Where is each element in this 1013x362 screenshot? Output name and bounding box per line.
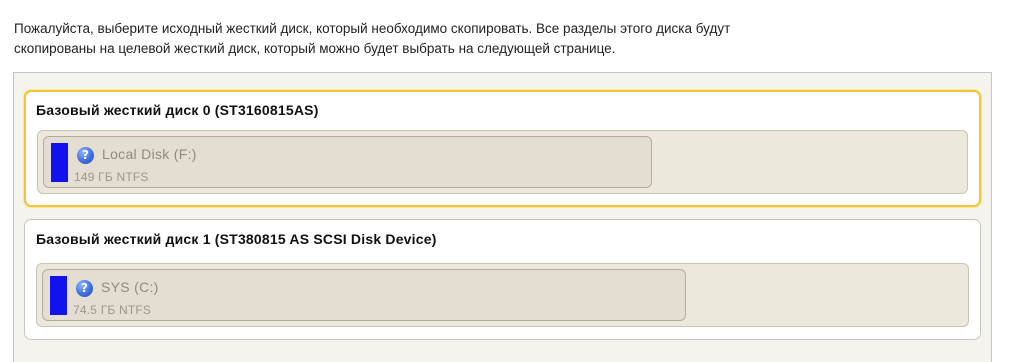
instruction-line-2: скопированы на целевой жесткий диск, кот… — [14, 41, 616, 56]
partition-name: SYS (C:) — [101, 279, 159, 295]
instruction-text: Пожалуйста, выберите исходный жесткий ди… — [14, 19, 994, 59]
help-icon: ? — [76, 280, 93, 297]
help-icon: ? — [77, 147, 94, 164]
disk-0-partition-map: ? Local Disk (F:) 149 ГБ NTFS — [37, 130, 968, 194]
partition-size: 74.5 ГБ NTFS — [73, 303, 152, 317]
disk-1-partition-map: ? SYS (C:) 74.5 ГБ NTFS — [36, 263, 969, 327]
partition-local-disk-f[interactable]: ? Local Disk (F:) 149 ГБ NTFS — [43, 136, 652, 188]
partition-color-block — [51, 143, 68, 182]
disk-0-card[interactable]: Базовый жесткий диск 0 (ST3160815AS) ? L… — [24, 90, 981, 207]
disk-1-card[interactable]: Базовый жесткий диск 1 (ST380815 AS SCSI… — [24, 219, 981, 340]
partition-sys-c[interactable]: ? SYS (C:) 74.5 ГБ NTFS — [42, 269, 686, 321]
disk-1-title: Базовый жесткий диск 1 (ST380815 AS SCSI… — [36, 231, 437, 247]
partition-size: 149 ГБ NTFS — [74, 170, 149, 184]
instruction-line-1: Пожалуйста, выберите исходный жесткий ди… — [14, 21, 731, 36]
disk-list-panel: Базовый жесткий диск 0 (ST3160815AS) ? L… — [13, 72, 992, 362]
partition-name: Local Disk (F:) — [102, 146, 197, 162]
disk-0-title: Базовый жесткий диск 0 (ST3160815AS) — [36, 102, 319, 118]
partition-color-block — [50, 276, 67, 315]
